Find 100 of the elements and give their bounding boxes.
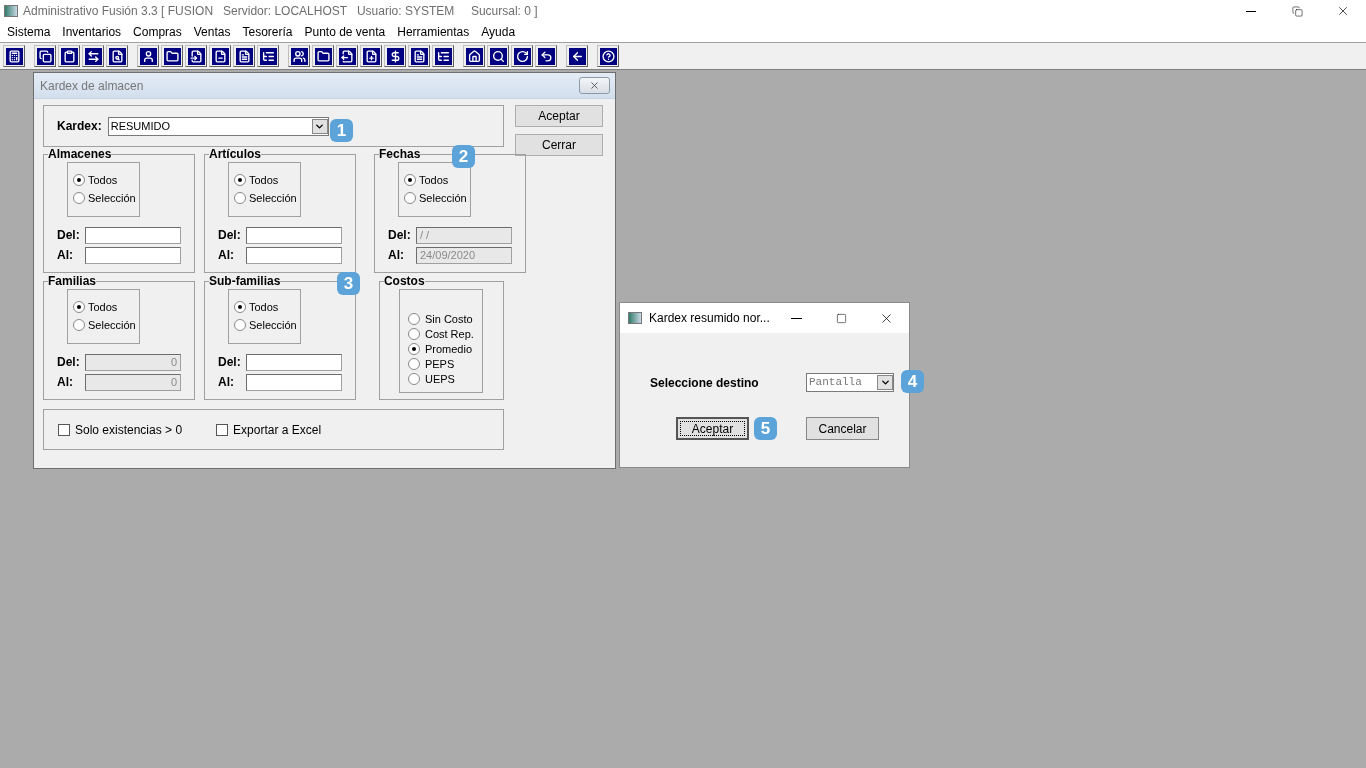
toolbar-button[interactable] bbox=[209, 45, 231, 67]
destination-dropdown[interactable]: Pantalla bbox=[806, 373, 894, 392]
kardex-dropdown[interactable]: RESUMIDO bbox=[107, 116, 329, 136]
radio-button[interactable] bbox=[234, 301, 246, 313]
group-title: Costos bbox=[383, 275, 425, 287]
radio-label: Selección bbox=[419, 191, 467, 205]
checkbox[interactable] bbox=[58, 423, 70, 436]
toolbar-button[interactable] bbox=[34, 45, 56, 67]
radio-label: Selección bbox=[88, 191, 136, 205]
radio-button[interactable] bbox=[234, 174, 246, 186]
toolbar-button[interactable] bbox=[82, 45, 104, 67]
menu-item[interactable]: Herramientas bbox=[391, 23, 476, 41]
group-title: Fechas bbox=[379, 148, 421, 160]
file-arrow-icon bbox=[189, 49, 203, 63]
toolbar-button[interactable] bbox=[597, 45, 619, 67]
toolbar-button[interactable] bbox=[185, 45, 207, 67]
folder-icon bbox=[316, 49, 330, 63]
input-field[interactable] bbox=[246, 246, 342, 264]
toolbar-button[interactable] bbox=[360, 45, 382, 67]
radio-button[interactable] bbox=[404, 174, 416, 186]
radio-button[interactable] bbox=[404, 192, 416, 204]
radio-button[interactable] bbox=[234, 192, 246, 204]
radio-label: PEPS bbox=[424, 356, 455, 371]
radio-button[interactable] bbox=[73, 319, 85, 331]
menu-item[interactable]: Tesorería bbox=[236, 23, 299, 41]
dialog-button[interactable]: Cerrar bbox=[515, 134, 603, 156]
input-field[interactable] bbox=[246, 353, 342, 371]
checkbox-label: Exportar a Excel bbox=[233, 421, 322, 439]
destination-label: Seleccione destino bbox=[650, 374, 760, 392]
toolbar-button[interactable] bbox=[336, 45, 358, 67]
radio-button[interactable] bbox=[407, 312, 420, 325]
toolbar-button[interactable] bbox=[161, 45, 183, 67]
close-button[interactable] bbox=[579, 77, 610, 94]
radio-button[interactable] bbox=[73, 174, 85, 186]
toolbar-button[interactable] bbox=[463, 45, 485, 67]
menu-item[interactable]: Punto de venta bbox=[298, 23, 392, 41]
document-icon bbox=[237, 49, 251, 63]
radio-button[interactable] bbox=[407, 327, 420, 340]
toolbar-button[interactable] bbox=[137, 45, 159, 67]
field-label: Al: bbox=[57, 247, 74, 264]
radio-button[interactable] bbox=[234, 319, 246, 331]
toolbar-button[interactable] bbox=[58, 45, 80, 67]
toolbar-button[interactable] bbox=[106, 45, 128, 67]
radio-label: UEPS bbox=[424, 371, 455, 386]
list-tree-icon bbox=[261, 49, 275, 63]
menu-item[interactable]: Sistema bbox=[1, 23, 57, 41]
group-title: Artículos bbox=[209, 148, 261, 160]
toolbar-button[interactable] bbox=[487, 45, 509, 67]
menu-item[interactable]: Ayuda bbox=[475, 23, 522, 41]
toolbar-button[interactable] bbox=[511, 45, 533, 67]
menu-item[interactable]: Ventas bbox=[187, 23, 237, 41]
radio-label: Selección bbox=[88, 318, 136, 332]
toolbar-button[interactable] bbox=[3, 45, 25, 67]
clipboard-icon bbox=[62, 49, 76, 63]
field-label: Del: bbox=[57, 227, 81, 244]
group-title: Almacenes bbox=[48, 148, 112, 160]
input-field[interactable] bbox=[246, 373, 342, 391]
radio-label: Selección bbox=[249, 318, 297, 332]
callout-number: 4 bbox=[901, 370, 924, 393]
toolbar-button[interactable] bbox=[312, 45, 334, 67]
radio-button[interactable] bbox=[73, 192, 85, 204]
radio-label: Todos bbox=[249, 300, 279, 314]
toolbar-button[interactable] bbox=[288, 45, 310, 67]
callout-number: 2 bbox=[452, 145, 475, 168]
radio-label: Todos bbox=[249, 173, 279, 187]
toolbar-button[interactable] bbox=[432, 45, 454, 67]
folder-icon bbox=[165, 49, 179, 63]
file-plus-icon bbox=[364, 49, 378, 63]
radio-button[interactable] bbox=[407, 372, 420, 385]
field-label: Del: bbox=[57, 354, 81, 371]
toolbar-button[interactable] bbox=[566, 45, 588, 67]
dialog-title: Kardex de almacen bbox=[40, 77, 144, 95]
dialog-button[interactable]: Cancelar bbox=[806, 417, 879, 440]
checkbox[interactable] bbox=[216, 423, 229, 436]
radio-button[interactable] bbox=[73, 301, 85, 313]
file-search-icon bbox=[110, 49, 124, 63]
menu-item[interactable]: Compras bbox=[127, 23, 188, 41]
input-field[interactable] bbox=[85, 246, 181, 264]
radio-button[interactable] bbox=[407, 357, 420, 370]
dialog-button[interactable]: Aceptar bbox=[676, 417, 749, 440]
radio-label: Todos bbox=[88, 300, 118, 314]
callout-number: 5 bbox=[754, 417, 777, 440]
toolbar-button[interactable] bbox=[257, 45, 279, 67]
radio-label: Cost Rep. bbox=[424, 326, 474, 341]
toolbar-button[interactable] bbox=[384, 45, 406, 67]
menu-item[interactable]: Inventarios bbox=[56, 23, 128, 41]
toolbar-button[interactable] bbox=[535, 45, 557, 67]
input-field[interactable] bbox=[85, 226, 181, 244]
group-title: Familias bbox=[48, 275, 97, 287]
dialog-button[interactable]: Aceptar bbox=[515, 105, 603, 127]
toolbar-button[interactable] bbox=[408, 45, 430, 67]
checkbox-label: Solo existencias > 0 bbox=[75, 421, 183, 439]
radio-label: Selección bbox=[249, 191, 297, 205]
radio-label: Todos bbox=[88, 173, 118, 187]
input-field[interactable] bbox=[246, 226, 342, 244]
radio-button[interactable] bbox=[407, 342, 420, 355]
toolbar-button[interactable] bbox=[233, 45, 255, 67]
field-label: Del: bbox=[218, 227, 242, 244]
calculator-icon bbox=[7, 49, 21, 63]
app-icon bbox=[4, 5, 18, 17]
